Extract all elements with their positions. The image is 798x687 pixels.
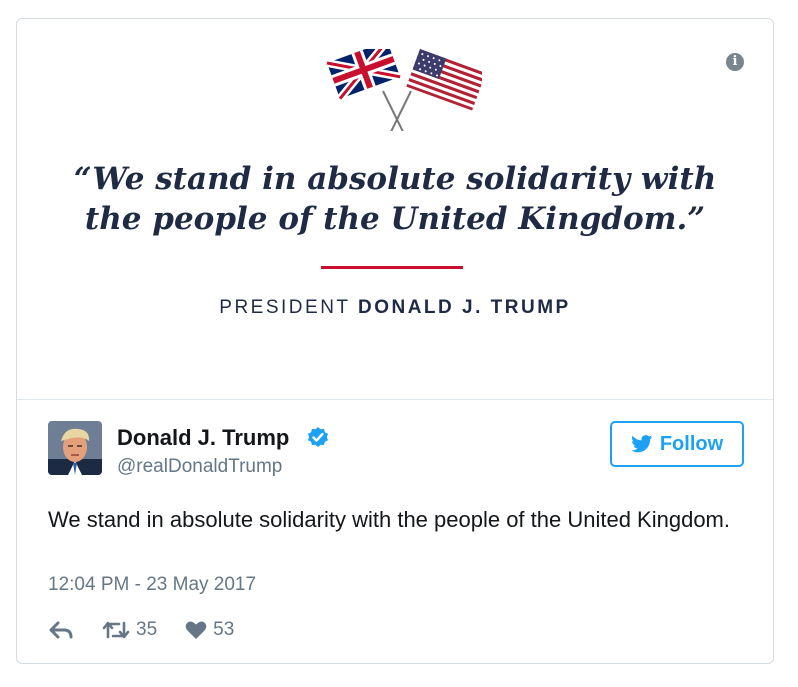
tweet-text: We stand in absolute solidarity with the… [48,507,730,532]
retweet-count: 35 [136,619,158,640]
tweet-media-image[interactable]: i “We stand in absolute solidarity with … [17,19,773,400]
embedded-tweet-card: i “We stand in absolute solidarity with … [16,18,774,664]
attribution-prefix: PRESIDENT [219,297,351,318]
retweet-button[interactable]: 35 [102,619,157,641]
verified-badge-icon [308,427,328,447]
like-button[interactable]: 53 [185,619,234,641]
divider-rule [321,266,463,269]
like-count: 53 [213,619,235,640]
retweet-icon [102,621,130,639]
info-icon[interactable]: i [726,53,744,71]
tweet-actions: 35 53 [48,617,234,643]
crossed-flags-icon [326,49,482,131]
reply-button[interactable] [48,620,74,640]
us-flag-icon [406,49,482,111]
quote-text: “We stand in absolute solidarity with th… [73,161,717,237]
follow-button[interactable]: Follow [610,421,744,467]
author-name[interactable]: Donald J. Trump [117,425,289,451]
quote-attribution: PRESIDENT DONALD J. TRUMP [17,297,773,319]
attribution-name: DONALD J. TRUMP [357,297,571,318]
follow-button-label: Follow [659,432,724,455]
heart-icon [185,621,207,639]
author-handle[interactable]: @realDonaldTrump [117,456,282,478]
avatar-portrait-icon [48,421,102,475]
avatar[interactable] [48,421,102,475]
uk-flag-icon [326,49,401,102]
reply-icon [49,621,73,639]
twitter-bird-icon [630,435,653,453]
tweet-timestamp[interactable]: 12:04 PM - 23 May 2017 [48,574,256,596]
